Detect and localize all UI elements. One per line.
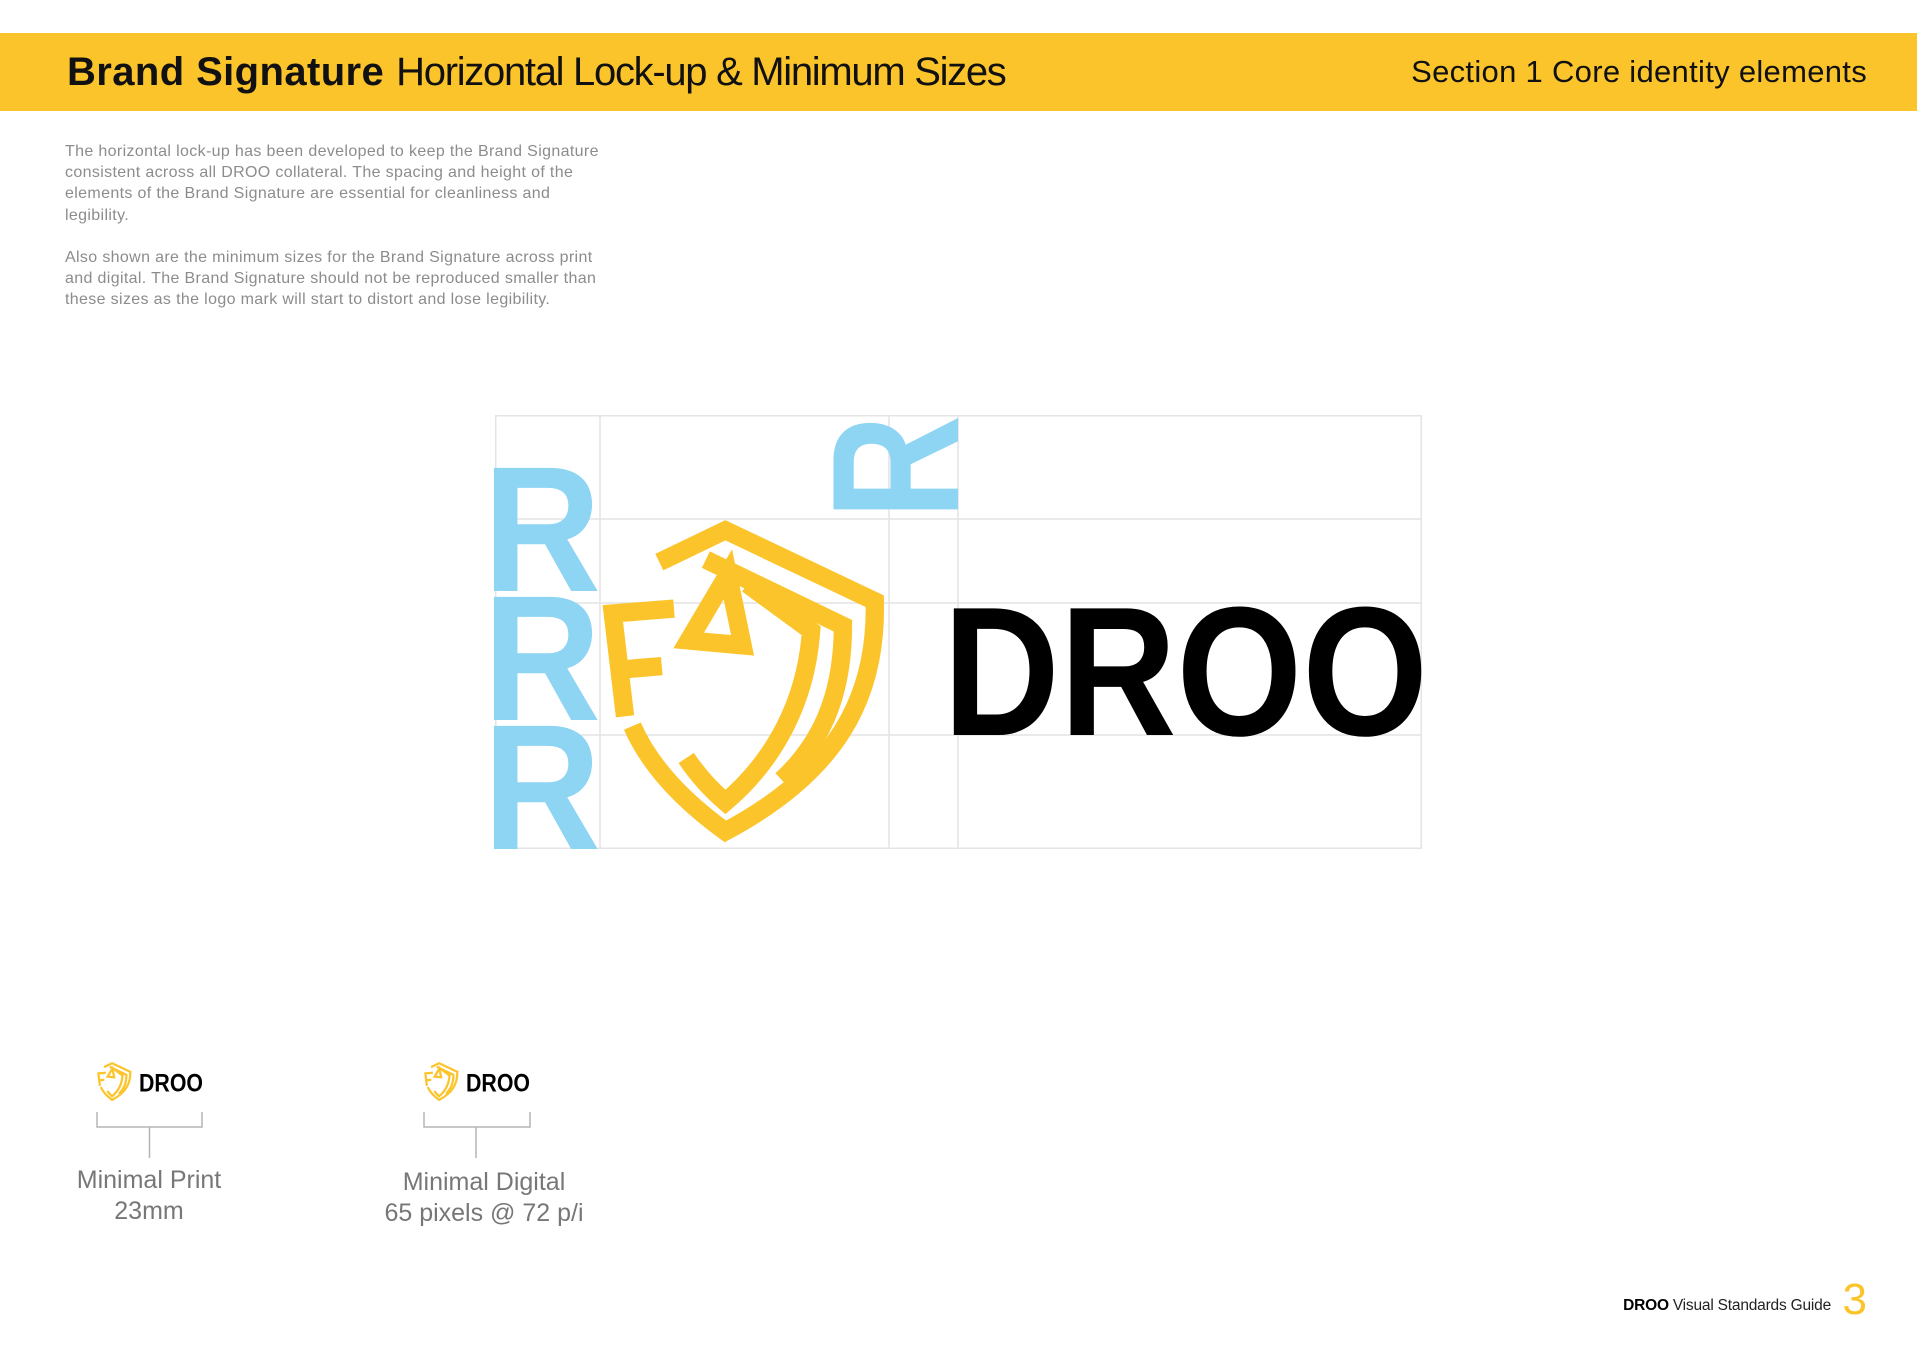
text-line: legibility. xyxy=(65,206,130,224)
shield-logo-icon xyxy=(424,1062,459,1102)
footer-title: Visual Standards Guide xyxy=(1672,1297,1831,1314)
footer-brand: DROO xyxy=(1623,1297,1669,1314)
text-line: The horizontal lock-up has been develope… xyxy=(65,143,599,160)
page-title: Brand Signature Horizontal Lock-up & Min… xyxy=(67,33,1007,111)
min-digital-logo: DROO xyxy=(424,1062,530,1102)
spacing-unit-glyph-rotated: R xyxy=(795,415,997,519)
bracket-line xyxy=(423,1112,531,1158)
spacing-unit-column: R R R xyxy=(483,429,601,887)
min-digital-caption: Minimal Digital 65 pixels @ 72 p/i xyxy=(334,1167,634,1229)
min-print-caption: Minimal Print 23mm xyxy=(0,1165,299,1227)
intro-paragraph: The horizontal lock-up has been develope… xyxy=(65,141,685,226)
droo-wordmark: DROO xyxy=(139,1070,203,1098)
text-line: Also shown are the minimum sizes for the… xyxy=(65,249,593,266)
droo-wordmark: DROO xyxy=(943,568,1428,774)
min-print-logo: DROO xyxy=(97,1062,203,1102)
size-bracket xyxy=(423,1112,531,1158)
footer-guide-title: DROO Visual Standards Guide xyxy=(1623,1297,1831,1315)
droo-wordmark: DROO xyxy=(466,1070,530,1098)
min-size-label: Minimal Print xyxy=(76,1166,222,1194)
intro-paragraph: Also shown are the minimum sizes for the… xyxy=(65,247,685,311)
shield-logo-icon xyxy=(97,1062,132,1102)
text-line: and digital. The Brand Signature should … xyxy=(65,270,597,288)
page-number: 3 xyxy=(1842,1275,1867,1324)
text-line: these sizes as the logo mark will start … xyxy=(65,291,551,309)
text-line: consistent across all DROO collateral. T… xyxy=(65,164,574,182)
size-bracket xyxy=(96,1112,203,1158)
shield-logo-icon xyxy=(613,530,875,831)
bracket-line xyxy=(96,1112,203,1158)
min-size-value: 23mm xyxy=(114,1197,184,1225)
page-title-bold: Brand Signature xyxy=(67,49,385,94)
intro-copy: The horizontal lock-up has been develope… xyxy=(65,141,685,332)
min-size-label: Minimal Digital xyxy=(402,1168,566,1196)
horizontal-lockup-diagram: R R R R DROO xyxy=(483,415,1428,887)
text-line: elements of the Brand Signature are esse… xyxy=(65,185,551,203)
page-title-light: Horizontal Lock-up & Minimum Sizes xyxy=(396,49,1007,94)
spacing-unit-glyph: R xyxy=(483,687,601,887)
section-label: Section 1 Core identity elements xyxy=(1411,54,1867,89)
min-size-value: 65 pixels @ 72 p/i xyxy=(384,1199,584,1227)
